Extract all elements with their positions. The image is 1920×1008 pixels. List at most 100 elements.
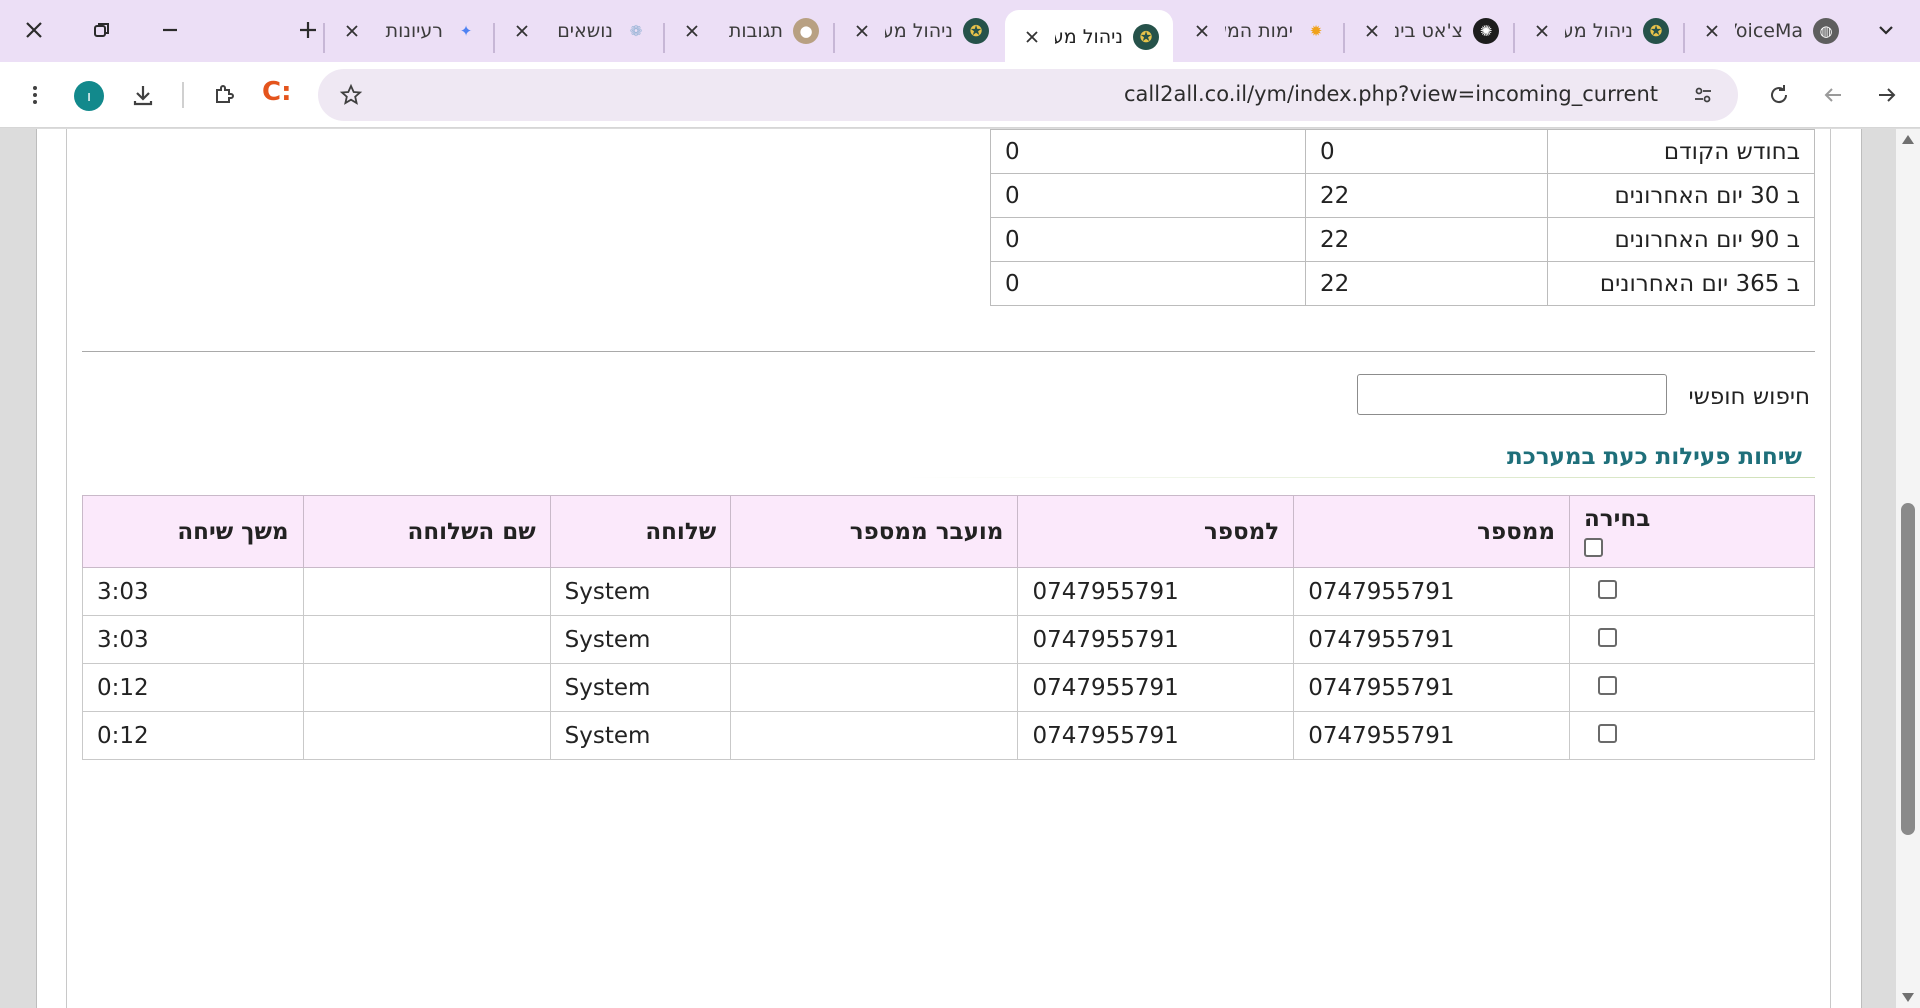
- tab-close-button[interactable]: [1019, 24, 1045, 50]
- column-header-extension-name[interactable]: שם השלוחה: [302, 495, 551, 568]
- row-checkbox[interactable]: [1598, 627, 1617, 647]
- row-checkbox[interactable]: [1598, 723, 1617, 743]
- column-header-forwarded-from[interactable]: מועבר ממספר: [730, 495, 1019, 568]
- cell-from-number: 0747955791: [1293, 615, 1570, 664]
- browser-menu-button[interactable]: [14, 74, 56, 116]
- stats-table: בחודש הקודם 0 0 ב 30 יום האחרונים 22 0 ב 90 יו…: [990, 129, 1815, 306]
- browser-tab[interactable]: ● תגובות: [665, 8, 833, 54]
- close-icon: [1366, 25, 1378, 37]
- url-text[interactable]: call2all.co.il/ym/index.php?view=incomin…: [1124, 82, 1658, 106]
- stats-period-label: ב 365 יום האחרונים: [1547, 261, 1815, 306]
- tab-title: תגובות: [728, 20, 783, 42]
- profile-avatar[interactable]: ו: [74, 81, 104, 111]
- tab-search-button[interactable]: [1862, 8, 1910, 52]
- table-row[interactable]: 0747955791 0747955791 System 3:03: [82, 567, 1815, 616]
- tab-close-button[interactable]: [1529, 18, 1555, 44]
- free-search-input[interactable]: [1357, 374, 1667, 415]
- restore-window-button[interactable]: [78, 8, 126, 52]
- minimize-icon: [163, 28, 177, 32]
- shield-logo-icon: ✪: [1133, 24, 1159, 50]
- toolbar-divider: [182, 82, 184, 108]
- table-row[interactable]: 0747955791 0747955791 System 0:12: [82, 663, 1815, 712]
- close-icon: [1196, 25, 1208, 37]
- cell-extension-name: [302, 663, 551, 712]
- browser-tab[interactable]: ✺ צ'אט בינ: [1345, 8, 1513, 54]
- column-header-label: בחירה: [1584, 506, 1651, 532]
- tab-close-button[interactable]: [849, 18, 875, 44]
- browser-tab[interactable]: ✪ ניהול מע: [1515, 8, 1683, 54]
- row-select-cell: [1569, 711, 1815, 760]
- page-scrollbar[interactable]: [1896, 129, 1920, 1008]
- cell-duration: 0:12: [82, 663, 304, 712]
- sun-logo-icon: ✹: [1309, 22, 1323, 40]
- close-icon: [346, 25, 358, 37]
- downloads-button[interactable]: [122, 74, 164, 116]
- tab-title: VoiceMa: [1735, 20, 1803, 42]
- plus-icon: [300, 22, 316, 38]
- extension-c-icon[interactable]: C:: [262, 77, 291, 107]
- close-window-button[interactable]: [10, 8, 58, 52]
- select-all-checkbox[interactable]: [1584, 538, 1603, 557]
- cell-duration: 0:12: [82, 711, 304, 760]
- cell-extension-name: [302, 567, 551, 616]
- orb-icon: ●: [793, 18, 819, 44]
- scroll-up-arrow-icon[interactable]: [1902, 135, 1914, 144]
- cell-to-number: 0747955791: [1017, 567, 1295, 616]
- scrollbar-thumb[interactable]: [1901, 503, 1915, 835]
- minimize-window-button[interactable]: [146, 8, 194, 52]
- section-underline: [905, 477, 1815, 478]
- browser-tab[interactable]: ✪ ניהול מע: [835, 8, 1003, 54]
- tab-close-button[interactable]: [509, 18, 535, 44]
- stats-row: בחודש הקודם 0 0: [990, 129, 1815, 174]
- stats-row: ב 365 יום האחרונים 22 0: [990, 261, 1815, 306]
- browser-tab[interactable]: ✹ ימות המש: [1175, 8, 1343, 54]
- openai-logo-icon: ✺: [1473, 18, 1499, 44]
- restore-icon: [94, 23, 109, 37]
- cell-forwarded-from: [730, 663, 1019, 712]
- active-calls-table: בחירה ממספר למספר מועבר ממספר שלוחה שם ה…: [82, 495, 1815, 760]
- column-header-extension[interactable]: שלוחה: [549, 495, 732, 568]
- tab-title: ימות המש: [1225, 20, 1293, 42]
- close-icon: [1706, 25, 1718, 37]
- table-row[interactable]: 0747955791 0747955791 System 3:03: [82, 615, 1815, 664]
- tab-close-button[interactable]: [1699, 18, 1725, 44]
- tab-close-button[interactable]: [679, 18, 705, 44]
- column-header-to[interactable]: למספר: [1017, 495, 1295, 568]
- stats-period-label: ב 90 יום האחרונים: [1547, 217, 1815, 262]
- browser-tab[interactable]: ✦ רעיונות: [325, 8, 493, 54]
- reload-button[interactable]: [1758, 74, 1800, 116]
- cell-to-number: 0747955791: [1017, 711, 1295, 760]
- row-checkbox[interactable]: [1598, 579, 1617, 599]
- tab-close-button[interactable]: [1359, 18, 1385, 44]
- tab-separator: [1683, 23, 1685, 53]
- address-bar[interactable]: call2all.co.il/ym/index.php?view=incomin…: [318, 69, 1738, 121]
- forward-button[interactable]: [1812, 74, 1854, 116]
- row-select-cell: [1569, 615, 1815, 664]
- cell-from-number: 0747955791: [1293, 567, 1570, 616]
- row-checkbox[interactable]: [1598, 675, 1617, 695]
- site-info-button[interactable]: [1682, 74, 1724, 116]
- cell-forwarded-from: [730, 711, 1019, 760]
- stats-value: 0: [990, 217, 1306, 262]
- column-header-duration[interactable]: משך שיחה: [82, 495, 304, 568]
- cell-forwarded-from: [730, 567, 1019, 616]
- scroll-down-arrow-icon[interactable]: [1902, 993, 1914, 1002]
- search-label: חיפוש חופשי: [1688, 384, 1810, 410]
- gear-logo-icon: ❁: [629, 22, 643, 40]
- extensions-button[interactable]: [203, 74, 245, 116]
- table-row[interactable]: 0747955791 0747955791 System 0:12: [82, 711, 1815, 760]
- close-icon: [516, 25, 528, 37]
- cell-extension: System: [549, 567, 732, 616]
- cell-from-number: 0747955791: [1293, 711, 1570, 760]
- bookmark-button[interactable]: [330, 74, 372, 116]
- close-icon: [856, 25, 868, 37]
- tab-close-button[interactable]: [1189, 18, 1215, 44]
- column-header-from[interactable]: ממספר: [1293, 495, 1570, 568]
- browser-tab[interactable]: ❁ נושאים: [495, 8, 663, 54]
- chevron-down-icon: [1879, 26, 1893, 35]
- browser-tab[interactable]: ◍ VoiceMa: [1685, 8, 1853, 54]
- tab-close-button[interactable]: [339, 18, 365, 44]
- back-button[interactable]: [1866, 74, 1908, 116]
- star-icon: [339, 83, 363, 105]
- browser-tab[interactable]: ✪ ניהול מע: [1005, 10, 1173, 64]
